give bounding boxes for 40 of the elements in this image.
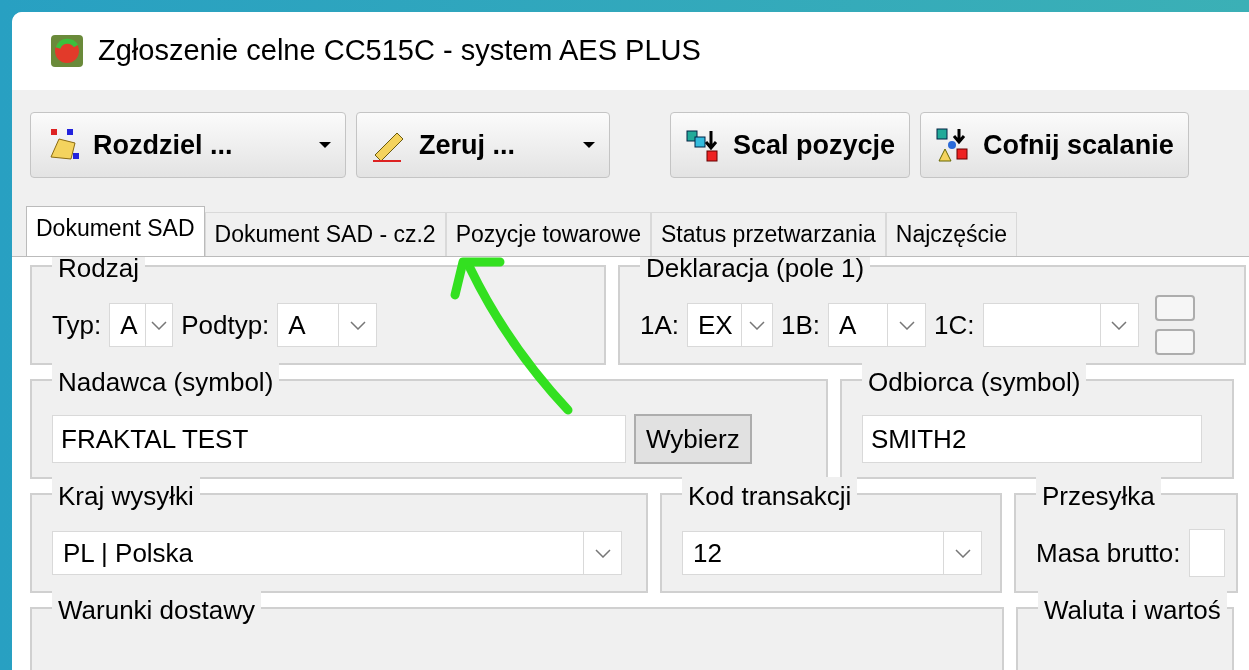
tab[interactable]: Status przetwarzania (651, 212, 886, 256)
field-label: Masa brutto: (1036, 536, 1181, 570)
tab[interactable]: Najczęście (885, 212, 1017, 256)
tab[interactable]: Dokument SAD - cz.2 (204, 212, 446, 256)
app-logo-icon (50, 34, 84, 68)
chevron-down-icon (1111, 320, 1128, 330)
combo-box[interactable]: EX (687, 303, 774, 347)
toolbar-button[interactable]: Cofnij scalanie (920, 112, 1189, 178)
squares-arrow-icon (685, 127, 721, 163)
window-title: Zgłoszenie celne CC515C - system AES PLUS (98, 33, 701, 69)
small-button[interactable] (1154, 329, 1195, 355)
chevron-down-icon (349, 320, 366, 330)
select-button[interactable]: Wybierz (634, 414, 752, 464)
combo-box[interactable]: 12 (682, 531, 982, 575)
small-button[interactable] (1154, 295, 1195, 321)
caret-icon (319, 142, 331, 148)
combo-box[interactable]: A (277, 303, 378, 347)
caret-icon (583, 142, 595, 148)
field-label: Podtyp: (181, 308, 270, 342)
combo-box[interactable]: A (109, 303, 174, 347)
split-button[interactable]: Zeruj ... (356, 112, 610, 178)
toolbar-button[interactable]: Scal pozycje (670, 112, 911, 178)
field-label: 1B: (781, 308, 821, 342)
field-label: Typ: (52, 308, 102, 342)
combo-box[interactable]: PL | Polska (52, 531, 622, 575)
chevron-down-icon (151, 320, 168, 330)
input-field[interactable] (1188, 529, 1225, 577)
chevron-down-icon (594, 548, 611, 558)
chevron-down-icon (898, 320, 915, 330)
split-button[interactable]: Rozdziel ... (30, 112, 346, 178)
input-field[interactable]: SMITH2 (862, 415, 1202, 463)
combo-box[interactable]: A (828, 303, 927, 347)
tab[interactable]: Pozycje towarowe (445, 212, 651, 256)
chevron-down-icon (954, 548, 971, 558)
chevron-down-icon (748, 320, 765, 330)
tab[interactable]: Dokument SAD (26, 206, 205, 256)
combo-box[interactable] (982, 303, 1139, 347)
field-label: 1A: (640, 308, 680, 342)
field-label: 1C: (934, 308, 975, 342)
input-field[interactable]: FRAKTAL TEST (52, 415, 626, 463)
